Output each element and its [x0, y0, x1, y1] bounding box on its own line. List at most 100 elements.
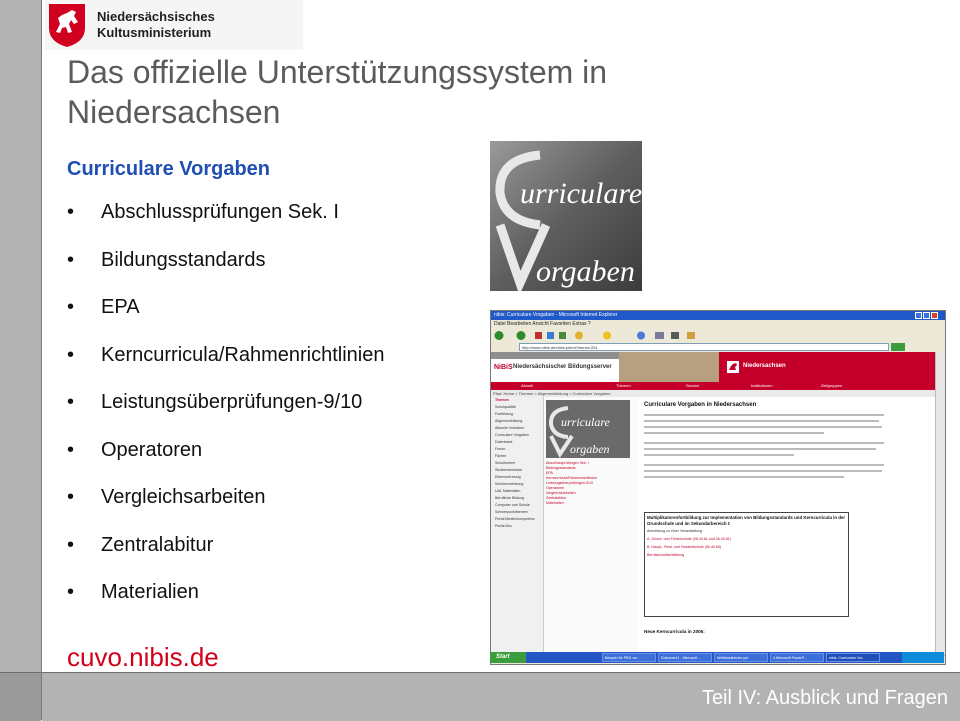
taskbar-item-3[interactable]: Weitblaskbinder.ppt: [714, 653, 768, 662]
nibis-logo[interactable]: NiBiS: [494, 364, 513, 371]
nav-tab-aktuell[interactable]: Aktuell: [521, 382, 533, 390]
bullet-item: • Vergleichsarbeiten: [67, 485, 384, 533]
content-title: Curriculare Vorgaben in Niedersachsen: [644, 402, 757, 408]
content-text-lines: [644, 414, 884, 478]
middle-link-list: Abschlussprüfungen Sek. I Bildungsstandar…: [546, 461, 636, 506]
sidebar-item[interactable]: Forum: [491, 446, 543, 453]
favorites-icon[interactable]: [603, 331, 611, 340]
home-icon[interactable]: [559, 332, 566, 339]
system-tray: [902, 652, 944, 663]
bullet-text: Materialien: [101, 581, 199, 603]
bullet-list: • Abschlussprüfungen Sek. I • Bildungsstand…: [67, 200, 384, 628]
refresh-icon[interactable]: [547, 332, 554, 339]
main-content: Curriculare Vorgaben in Niedersachsen Mu…: [644, 397, 930, 655]
sidebar-item[interactable]: Schwerpunktthemen: [491, 509, 543, 516]
bullet-dot: •: [67, 391, 75, 413]
browser-scrollbar[interactable]: [935, 352, 945, 655]
taskbar-item-1[interactable]: Beispiel für PBG zur ...: [602, 653, 656, 662]
bullet-item: • EPA: [67, 295, 384, 343]
back-icon[interactable]: [494, 331, 504, 340]
taskbar-item-5[interactable]: nibis: Curriculare Vor...: [826, 653, 880, 662]
training-link-sekundarstufe[interactable]: B. Haupt-, Real- und Gesamtschule (06.40…: [647, 545, 846, 550]
state-banner: Niedersachsen: [719, 352, 935, 382]
start-button[interactable]: Start: [490, 652, 526, 663]
sidebar-item[interactable]: UAL Materialien: [491, 488, 543, 495]
middle-column: urriculare orgaben Abschlussprüfungen Se…: [544, 397, 638, 655]
bullet-dot: •: [67, 438, 75, 461]
bullet-text: Operatoren: [101, 438, 203, 461]
ministry-logo: Niedersächsisches Kultusministerium: [45, 0, 303, 50]
bullet-item: • Leistungsüberprüfungen-9/10: [67, 390, 384, 438]
training-box-line: Anmeldung zu einer Veranstaltung: [647, 529, 702, 533]
bullet-item: • Operatoren: [67, 438, 384, 486]
sidebar-item[interactable]: Schülervertretung: [491, 481, 543, 488]
nav-tab-zielgruppen[interactable]: Zielgruppen: [821, 382, 842, 390]
print-icon[interactable]: [671, 332, 679, 339]
nav-tab-institutionen[interactable]: Institutionen: [751, 382, 773, 390]
logo-text-line2: Kultusministerium: [97, 25, 212, 40]
folder-icon[interactable]: [687, 332, 695, 339]
mail-icon[interactable]: [655, 332, 664, 339]
maximize-icon[interactable]: [923, 312, 930, 319]
sidebar-item[interactable]: Portal Medienkompetenz: [491, 516, 543, 523]
website-link[interactable]: cuvo.nibis.de: [67, 642, 219, 673]
sidebar-item[interactable]: Curriculare Vorgaben: [491, 432, 543, 439]
training-info-box: Multiplikatorenfortbildung zur Implement…: [644, 512, 849, 617]
sidebar-item[interactable]: Elternvertretung: [491, 474, 543, 481]
slide-title: Das offizielle Unterstützungssystem in N…: [67, 54, 608, 130]
sidebar-item[interactable]: Aktuelle Vorhaben: [491, 425, 543, 432]
bullet-text: Abschlussprüfungen Sek. I: [101, 201, 339, 223]
bullet-text: Bildungsstandards: [101, 248, 266, 271]
training-link-berufsschule[interactable]: Berufsschulfachbildung: [647, 553, 846, 558]
minimize-icon[interactable]: [915, 312, 922, 319]
sidebar-item[interactable]: Computer und Schule: [491, 502, 543, 509]
image-logo-text-2: orgaben: [536, 255, 635, 288]
sidebar-item[interactable]: Allgemeinbildung: [491, 418, 543, 425]
lower-saxony-horse-icon: [49, 4, 85, 47]
search-icon[interactable]: [575, 331, 583, 340]
thumbnail-text-1: urriculare: [561, 415, 611, 429]
bullet-item: • Bildungsstandards: [67, 248, 384, 296]
training-box-title: Multiplikatorenfortbildung zur Implement…: [647, 515, 846, 526]
bullet-dot: •: [67, 581, 75, 603]
sidebar-item[interactable]: Fächer: [491, 453, 543, 460]
left-decoration-bar-bottom: [0, 672, 41, 721]
sidebar-item[interactable]: Berufliche Bildung: [491, 495, 543, 502]
webpage: NiBiS Niedersächsischer Bildungsserver N…: [491, 352, 935, 655]
training-link-grundschule[interactable]: A. Grund- und Förderschule (08.44.61 und…: [647, 537, 846, 542]
browser-title-bar: nibis: Curriculare Vorgaben - Microsoft …: [491, 311, 945, 320]
stop-icon[interactable]: [535, 332, 542, 339]
bullet-text: Leistungsüberprüfungen-9/10: [101, 391, 363, 413]
sidebar-item[interactable]: Fortbildung: [491, 411, 543, 418]
nibis-banner: NiBiS Niedersächsischer Bildungsserver: [491, 352, 619, 382]
sidebar-item[interactable]: Datenbank: [491, 439, 543, 446]
address-input[interactable]: http://www.nibis.de/nibis.phtml?menid=25…: [519, 343, 889, 351]
sidebar-item[interactable]: Schulqualität: [491, 404, 543, 411]
windows-taskbar: Start Beispiel für PBG zur ... Dokument1…: [490, 652, 944, 663]
bullet-text: Kerncurricula/Rahmenrichtlinien: [101, 343, 385, 366]
bullet-text: Zentralabitur: [101, 533, 214, 556]
taskbar-item-2[interactable]: Dokument1 - Microsoft ...: [658, 653, 712, 662]
footer-text: Teil IV: Ausblick und Fragen: [701, 687, 948, 709]
browser-menu-bar[interactable]: Datei Bearbeiten Ansicht Favoriten Extra…: [491, 320, 945, 329]
footer-bar: Teil IV: Ausblick und Fragen: [42, 672, 960, 721]
site-navbar: Aktuell Themen Service Institutionen Zie…: [491, 382, 935, 390]
sidebar-heading: Themen: [495, 398, 509, 402]
nav-tab-themen[interactable]: Themen: [616, 382, 631, 390]
history-icon[interactable]: [637, 331, 645, 340]
sidebar-item[interactable]: Studienseminare: [491, 467, 543, 474]
go-button[interactable]: [891, 343, 905, 351]
image-logo-text-1: urriculare: [520, 177, 642, 210]
state-name: Niedersachsen: [743, 363, 786, 369]
nav-tab-service[interactable]: Service: [686, 382, 699, 390]
middle-link[interactable]: Materialien: [546, 501, 636, 506]
taskbar-item-4[interactable]: 4 Microsoft PowerP...: [770, 653, 824, 662]
close-icon[interactable]: [931, 312, 938, 319]
sidebar-item[interactable]: Schulformen: [491, 460, 543, 467]
bullet-text: Vergleichsarbeiten: [101, 486, 266, 508]
site-sidebar: Themen Schulqualität Fortbildung Allgemein…: [491, 397, 544, 655]
sidebar-item[interactable]: Portal Abu: [491, 523, 543, 530]
forward-icon[interactable]: [516, 331, 526, 340]
bullet-text: EPA: [101, 296, 140, 318]
sidebar-items: Schulqualität Fortbildung Allgemeinbildung…: [491, 404, 543, 530]
